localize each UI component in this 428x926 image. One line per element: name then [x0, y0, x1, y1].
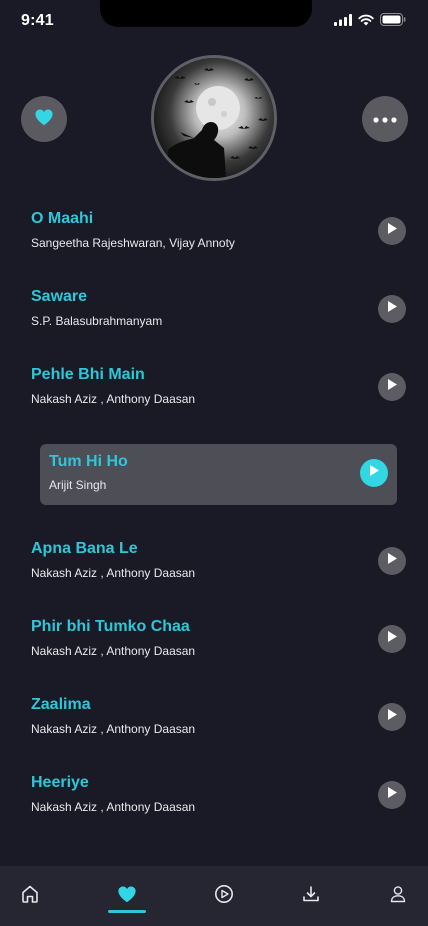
play-button[interactable] [378, 703, 406, 731]
play-button-active[interactable] [360, 459, 388, 487]
download-icon [302, 885, 320, 908]
song-title: O Maahi [31, 210, 94, 227]
battery-icon [380, 13, 406, 31]
song-title: Tum Hi Ho [49, 453, 128, 470]
song-row[interactable]: O Maahi Sangeetha Rajeshwaran, Vijay Ann… [0, 196, 428, 274]
status-icons [334, 13, 406, 31]
song-artist: Nakash Aziz , Anthony Daasan [31, 392, 196, 406]
song-title: Pehle Bhi Main [31, 366, 145, 383]
nav-active-indicator [108, 910, 146, 913]
song-artist: Sangeetha Rajeshwaran, Vijay Annoty [31, 236, 235, 250]
song-artist: Nakash Aziz , Anthony Daasan [31, 566, 196, 580]
play-circle-icon [214, 884, 234, 909]
nav-play[interactable] [194, 866, 254, 926]
nav-favorites[interactable] [97, 866, 157, 926]
play-button[interactable] [378, 295, 406, 323]
song-artist: Nakash Aziz , Anthony Daasan [31, 722, 196, 736]
song-row[interactable]: Heeriye Nakash Aziz , Anthony Daasan [0, 760, 428, 838]
song-title: Phir bhi Tumko Chaa [31, 618, 190, 635]
play-icon [386, 378, 398, 396]
song-artist: S.P. Balasubrahmanyam [31, 314, 163, 328]
play-button[interactable] [378, 625, 406, 653]
song-row[interactable]: Phir bhi Tumko Chaa Nakash Aziz , Anthon… [0, 604, 428, 682]
play-button[interactable] [378, 373, 406, 401]
heart-icon [34, 108, 54, 131]
bottom-nav [0, 866, 428, 926]
play-icon [386, 786, 398, 804]
device-notch [100, 0, 312, 27]
song-artist: Arijit Singh [49, 478, 107, 492]
play-icon [386, 630, 398, 648]
play-icon [386, 552, 398, 570]
album-cover-image [154, 58, 274, 178]
more-options-button[interactable] [362, 96, 408, 142]
status-bar: 9:41 [0, 0, 428, 44]
album-cover [151, 55, 277, 181]
song-title: Heeriye [31, 774, 89, 791]
play-icon [386, 708, 398, 726]
song-title: Apna Bana Le [31, 540, 138, 557]
song-artist: Nakash Aziz , Anthony Daasan [31, 800, 196, 814]
home-icon [20, 884, 40, 909]
play-icon [368, 464, 380, 482]
nav-home[interactable] [0, 866, 60, 926]
song-row[interactable]: Pehle Bhi Main Nakash Aziz , Anthony Daa… [0, 352, 428, 430]
more-horizontal-icon [373, 110, 397, 128]
user-icon [390, 885, 406, 908]
nav-download[interactable] [281, 866, 341, 926]
song-row[interactable]: Zaalima Nakash Aziz , Anthony Daasan [0, 682, 428, 760]
song-row[interactable]: Apna Bana Le Nakash Aziz , Anthony Daasa… [0, 526, 428, 604]
song-row-active[interactable]: Tum Hi Ho Arijit Singh [40, 444, 397, 505]
play-icon [386, 222, 398, 240]
favorite-button[interactable] [21, 96, 67, 142]
play-icon [386, 300, 398, 318]
play-button[interactable] [378, 781, 406, 809]
song-title: Saware [31, 288, 88, 305]
wifi-icon [358, 13, 374, 31]
nav-profile[interactable] [368, 866, 428, 926]
play-button[interactable] [378, 217, 406, 245]
status-time: 9:41 [21, 12, 54, 29]
song-title: Zaalima [31, 696, 91, 713]
player-header [0, 54, 428, 182]
signal-icon [334, 13, 352, 31]
song-artist: Nakash Aziz , Anthony Daasan [31, 644, 196, 658]
heart-icon [117, 885, 137, 908]
play-button[interactable] [378, 547, 406, 575]
song-row[interactable]: Saware S.P. Balasubrahmanyam [0, 274, 428, 352]
